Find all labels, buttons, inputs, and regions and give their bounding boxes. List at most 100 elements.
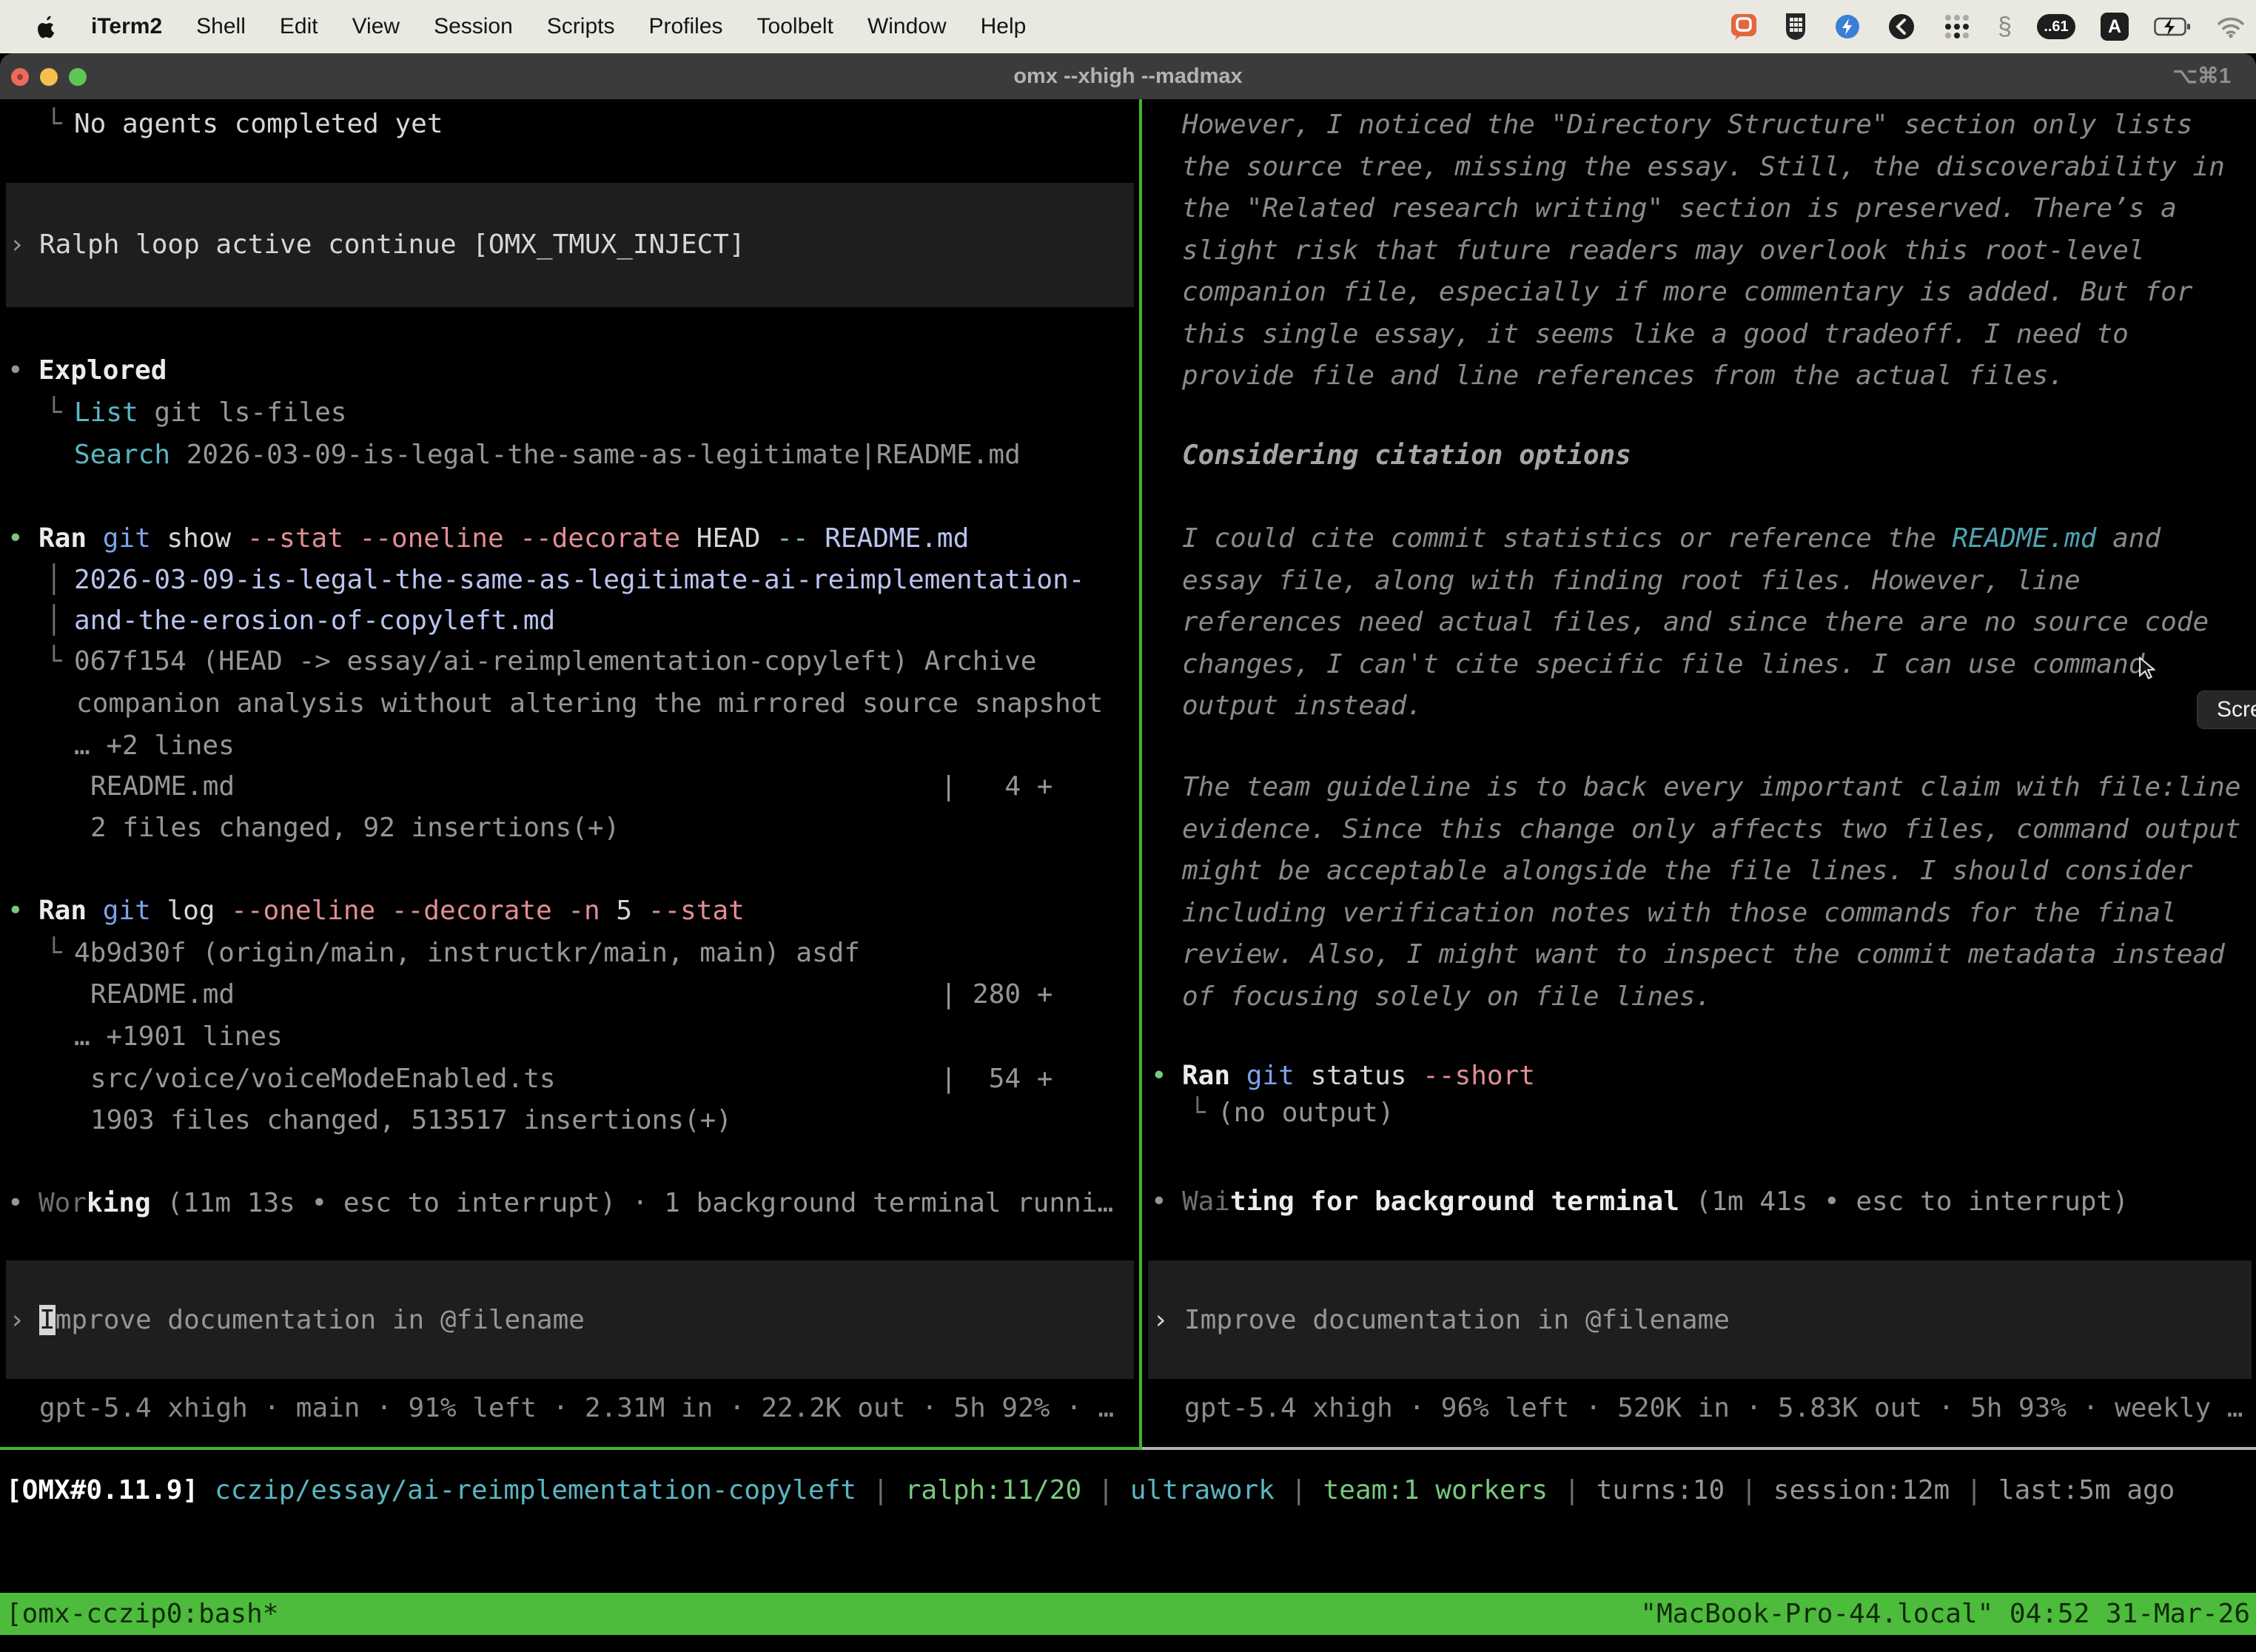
tmux-host-clock: "MacBook-Pro-44.local" 04:52 31-Mar-26 [1640, 1593, 2250, 1635]
status-tray: § ..61 A [1730, 0, 2246, 53]
text-cursor: I [39, 1305, 56, 1335]
separator: | [1564, 1475, 1580, 1505]
prompt-chevron: › [1152, 1299, 1169, 1341]
battery-percent-badge[interactable]: ..61 [2037, 14, 2075, 39]
injected-prompt-text: Ralph loop active continue [OMX_TMUX_INJ… [39, 224, 745, 266]
chat-bubble-icon [1730, 13, 1758, 41]
omx-status-bar: [OMX#0.11.9] cczip/essay/ai-reimplementat… [6, 1469, 2175, 1511]
prompt-chevron: › [9, 1299, 25, 1341]
separator: | [873, 1475, 889, 1505]
thought-line: slight risk that future readers may over… [1182, 229, 2144, 272]
thought-line: essay file, along with finding root file… [1182, 560, 2081, 602]
record-chevron-icon[interactable] [1887, 12, 1916, 41]
bullet-green: • [7, 890, 24, 932]
explored-list-line: Listgit ls-files [74, 392, 346, 434]
screen-tooltip: Scre [2197, 691, 2256, 729]
output-truncation-line: … +2 lines [74, 725, 235, 767]
dark-circle-chevron-icon [1887, 12, 1916, 41]
separator: | [1966, 1475, 1982, 1505]
blue-bolt-badge-icon[interactable] [1833, 13, 1861, 41]
explored-header: Explored [38, 349, 167, 392]
command-output-line: (no output) [1218, 1092, 1394, 1134]
tree-glyph: └ [46, 932, 62, 974]
bullet-green: • [7, 517, 24, 560]
composer-input-text[interactable]: Improve documentation in @filename [39, 1299, 585, 1341]
battery-icon[interactable] [2154, 15, 2191, 38]
agents-status-line: No agents completed yet [74, 103, 443, 145]
thought-line: references need actual files, and since … [1182, 601, 2209, 643]
omx-team: team:1 workers [1323, 1475, 1548, 1505]
dots-grid-icon[interactable] [1941, 11, 1973, 42]
thought-line: of focusing solely on file lines. [1182, 976, 1711, 1018]
omx-last-activity: last:5m ago [1998, 1475, 2175, 1505]
thought-line: review. Also, I might want to inspect th… [1182, 933, 2225, 976]
omx-version: [OMX#0.11.9] [6, 1475, 198, 1505]
menu-item-window[interactable]: Window [867, 14, 947, 39]
menu-item-profiles[interactable]: Profiles [648, 14, 722, 39]
input-source-icon[interactable]: A [2101, 13, 2129, 41]
tree-glyph: └ [1189, 1092, 1206, 1134]
diffstat-line: README.md | 4 + [90, 765, 1053, 807]
thought-line: the "Related research writing" section i… [1182, 187, 2177, 229]
thought-line: evidence. Since this change only affects… [1182, 808, 2240, 850]
thought-line: companion file, especially if more comme… [1182, 271, 2192, 313]
tree-glyph: └ [46, 640, 62, 682]
menu-item-view[interactable]: View [352, 14, 400, 39]
diffstat-summary-line: 2 files changed, 92 insertions(+) [90, 807, 620, 849]
diffstat-line: README.md | 280 + [90, 973, 1053, 1015]
wifi-icon[interactable] [2216, 15, 2246, 38]
battery-bolt-icon [2154, 15, 2191, 38]
mouse-cursor [2136, 656, 2158, 681]
diffstat-summary-line: 1903 files changed, 513517 insertions(+) [90, 1099, 732, 1141]
omx-turns: turns:10 [1597, 1475, 1725, 1505]
thought-line: The team guideline is to back every impo… [1182, 766, 2240, 808]
menu-item-shell[interactable]: Shell [196, 14, 246, 39]
iterm-window: omx --xhigh --madmax ⌥⌘1 └ No agents com… [0, 53, 2256, 1652]
tree-bar-glyph: │ [46, 559, 62, 601]
composer-input-text[interactable]: Improve documentation in @filename [1184, 1299, 1730, 1341]
command-output-line: companion analysis without altering the … [76, 682, 1103, 725]
tmux-status-bar: [omx-cczip0:bash* "MacBook-Pro-44.local"… [0, 1593, 2256, 1635]
active-pane-border [0, 1447, 1142, 1450]
tree-glyph: └ [46, 392, 62, 434]
separator: | [1741, 1475, 1757, 1505]
thought-line: this single essay, it seems like a good … [1182, 313, 2129, 355]
tmux-window-label[interactable]: [omx-cczip0:bash* [6, 1593, 278, 1635]
wifi-arcs-icon [2216, 15, 2246, 38]
thought-line: the source tree, missing the essay. Stil… [1182, 146, 2225, 188]
thought-line: output instead. [1182, 685, 1423, 727]
inactive-pane-border [1142, 1447, 2256, 1450]
command-line-git-status: Rangitstatus--short [1182, 1055, 1535, 1097]
working-status-line: Working (11m 13s • esc to interrupt) · 1… [38, 1182, 1113, 1224]
menu-item-session[interactable]: Session [434, 14, 513, 39]
menu-item-help[interactable]: Help [981, 14, 1027, 39]
shield-grid-icon [1783, 12, 1808, 41]
omx-mode: ultrawork [1130, 1475, 1275, 1505]
keypad-dots-icon [1941, 11, 1973, 42]
explored-search-line: Search2026-03-09-is-legal-the-same-as-le… [74, 434, 1021, 476]
apple-menu-icon[interactable] [37, 15, 57, 38]
pane-divider[interactable] [1139, 99, 1142, 1447]
chat-app-icon[interactable] [1730, 13, 1758, 41]
menu-item-app[interactable]: iTerm2 [91, 14, 162, 39]
screen: { "menu_bar": { "app_name": "iTerm2", "i… [0, 0, 2256, 1652]
command-line-git-log: Rangitlog--oneline--decorate-n5--stat [38, 890, 745, 932]
menu-items: iTerm2 Shell Edit View Session Scripts P… [0, 14, 1026, 39]
command-output-line: 4b9d30f (origin/main, instructkr/main, m… [74, 932, 860, 974]
session-status-line: gpt-5.4 xhigh · 96% left · 520K in · 5.8… [1184, 1387, 2243, 1429]
command-arg-wrap-line: 2026-03-09-is-legal-the-same-as-legitima… [74, 559, 1084, 601]
menu-item-edit[interactable]: Edit [280, 14, 318, 39]
squiggle-icon[interactable]: § [1998, 14, 2012, 39]
diffstat-line: src/voice/voiceModeEnabled.ts | 54 + [90, 1058, 1053, 1100]
window-title: omx --xhigh --madmax [0, 53, 2256, 99]
tree-glyph: └ [46, 103, 62, 145]
omx-session-time: session:12m [1773, 1475, 1950, 1505]
output-truncation-line: … +1901 lines [74, 1015, 283, 1058]
separator: | [1291, 1475, 1307, 1505]
menu-item-scripts[interactable]: Scripts [547, 14, 615, 39]
menu-item-toolbelt[interactable]: Toolbelt [757, 14, 833, 39]
shield-keypad-icon[interactable] [1783, 12, 1808, 41]
omx-ralph-counter: ralph:11/20 [905, 1475, 1081, 1505]
session-status-line: gpt-5.4 xhigh · main · 91% left · 2.31M … [39, 1387, 1114, 1429]
omx-branch-path: cczip/essay/ai-reimplementation-copyleft [215, 1475, 856, 1505]
